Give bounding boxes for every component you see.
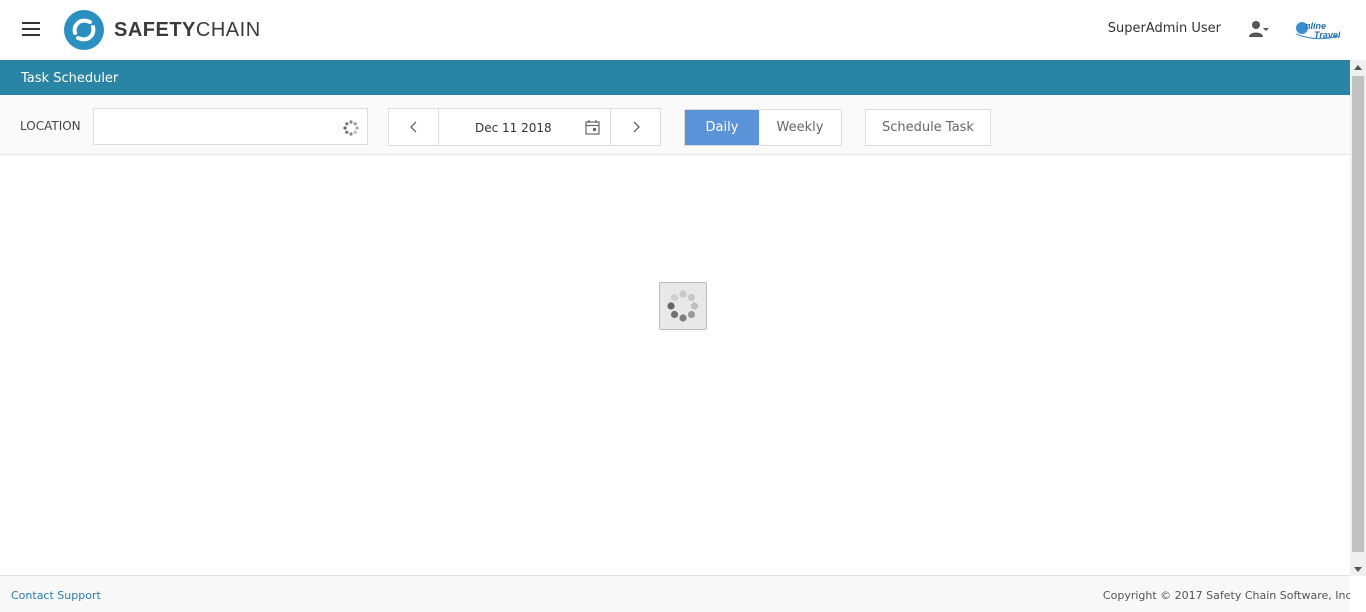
loading-spinner-icon <box>343 120 359 136</box>
date-navigator: Dec 11 2018 <box>388 108 661 146</box>
location-selector[interactable] <box>93 108 368 145</box>
scroll-up-arrow-icon[interactable] <box>1350 60 1366 74</box>
loading-indicator <box>659 282 707 330</box>
logo-text: SAFETYCHAIN <box>114 18 261 41</box>
weekly-view-button[interactable]: Weekly <box>759 110 841 145</box>
scrollbar-thumb[interactable] <box>1352 76 1364 552</box>
scroll-down-arrow-icon[interactable] <box>1350 562 1366 576</box>
page-title: Task Scheduler <box>21 71 119 86</box>
hamburger-icon[interactable] <box>22 22 41 38</box>
safetychain-logo-mark <box>64 10 104 50</box>
scrollbar-corner <box>1350 576 1366 612</box>
online-travel-logo: nline Travel <box>1295 21 1340 40</box>
previous-date-button[interactable] <box>389 109 439 145</box>
safetychain-logo[interactable]: SAFETYCHAIN <box>63 9 261 51</box>
chevron-right-icon <box>633 121 640 133</box>
page-title-bar: Task Scheduler <box>0 60 1350 95</box>
date-field[interactable]: Dec 11 2018 <box>439 109 610 145</box>
loading-spinner-icon <box>667 290 699 322</box>
copyright-text: Copyright © 2017 Safety Chain Software, … <box>1102 589 1355 602</box>
location-label: LOCATION <box>20 119 81 133</box>
top-navigation-bar: SAFETYCHAIN SuperAdmin User nline Travel <box>0 0 1350 60</box>
next-date-button[interactable] <box>610 109 660 145</box>
chevron-left-icon <box>409 121 416 133</box>
scheduler-content-area <box>0 155 1350 575</box>
schedule-task-button[interactable]: Schedule Task <box>865 109 991 146</box>
daily-view-button[interactable]: Daily <box>685 110 759 145</box>
view-toggle: Daily Weekly <box>684 109 842 146</box>
scheduler-toolbar: LOCATION Dec 11 2018 Daily Weekly Schedu… <box>0 95 1350 155</box>
calendar-icon[interactable] <box>585 119 600 135</box>
user-name[interactable]: SuperAdmin User <box>1108 21 1221 36</box>
contact-support-link[interactable]: Contact Support <box>11 589 101 602</box>
current-date: Dec 11 2018 <box>475 121 552 135</box>
page-footer: Contact Support Copyright © 2017 Safety … <box>0 575 1355 612</box>
user-settings-icon[interactable] <box>1249 20 1269 38</box>
vertical-scrollbar[interactable] <box>1350 60 1366 576</box>
